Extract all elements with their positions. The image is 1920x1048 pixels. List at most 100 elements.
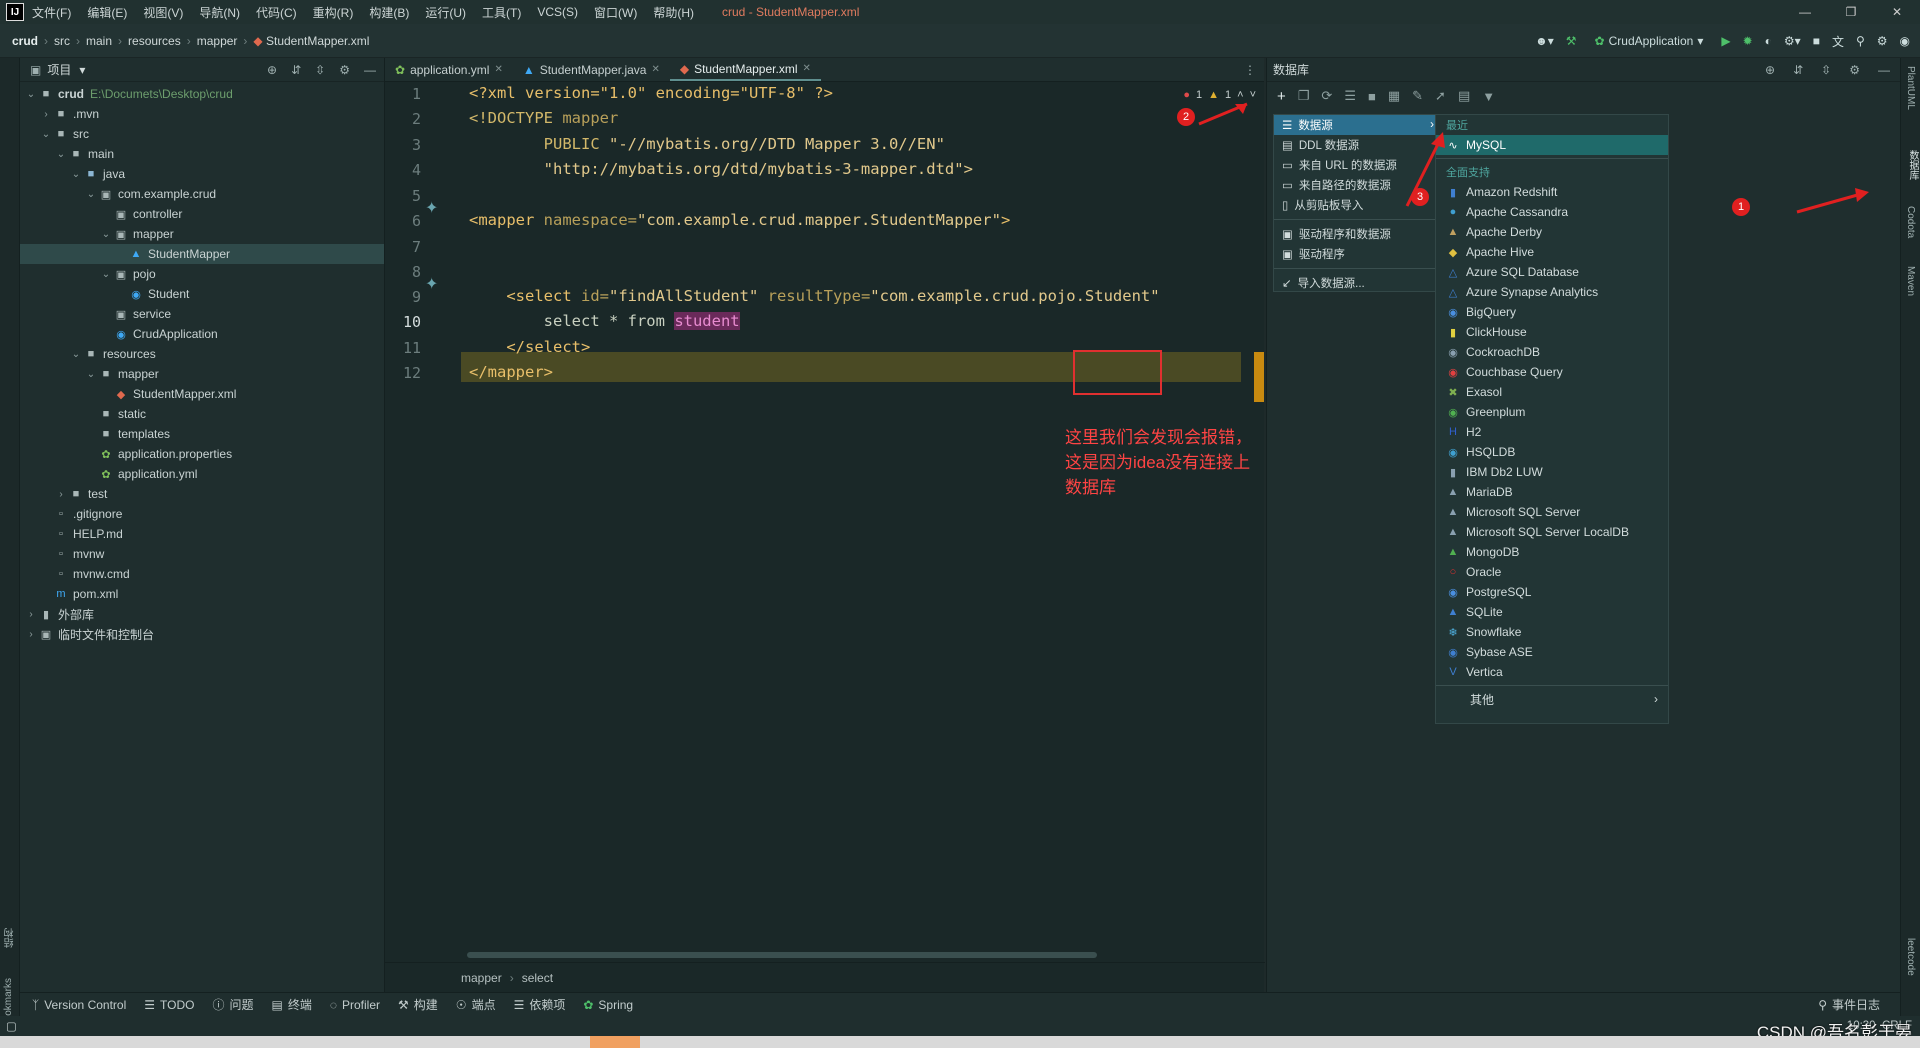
driver-item[interactable]: ▲ MongoDB xyxy=(1436,542,1668,562)
menu-navigate[interactable]: 导航(N) xyxy=(199,4,240,21)
close-tab-icon[interactable]: ✕ xyxy=(494,64,502,75)
mybatis-bird-icon[interactable]: ✦ xyxy=(425,274,438,294)
chevron-down-icon[interactable]: ⌄ xyxy=(39,129,53,140)
coverage-icon[interactable]: ◐ xyxy=(1765,34,1772,48)
status-toggle-icon[interactable]: ▢ xyxy=(6,1019,17,1033)
event-log-button[interactable]: ⚲ 事件日志 xyxy=(1818,996,1880,1013)
tree-item[interactable]: › ■ test xyxy=(20,484,384,504)
tree-item[interactable]: ⌄ ▣ mapper xyxy=(20,224,384,244)
gear-icon[interactable]: ⚙ xyxy=(339,63,350,77)
tree-item[interactable]: ◉ Student xyxy=(20,284,384,304)
tree-item[interactable]: ▣ service xyxy=(20,304,384,324)
jump-icon[interactable]: ➚ xyxy=(1435,88,1446,104)
build-button[interactable]: ⚒ 构建 xyxy=(398,996,438,1013)
menu-view[interactable]: 视图(V) xyxy=(143,4,183,21)
tree-item[interactable]: ⌄ ■ resources xyxy=(20,344,384,364)
driver-item[interactable]: ▲ Apache Derby xyxy=(1436,222,1668,242)
driver-item[interactable]: ✖ Exasol xyxy=(1436,382,1668,402)
horizontal-scrollbar[interactable] xyxy=(467,952,1097,958)
mybatis-bird-icon[interactable]: ✦ xyxy=(425,198,438,218)
menu-run[interactable]: 运行(U) xyxy=(425,4,466,21)
spring-button[interactable]: ✿ Spring xyxy=(583,998,633,1012)
breadcrumb-item[interactable]: mapper xyxy=(461,971,502,985)
chevron-down-icon[interactable]: ⌄ xyxy=(99,229,113,240)
chevron-down-icon[interactable]: ⌄ xyxy=(54,149,68,160)
driver-item[interactable]: ▲ MariaDB xyxy=(1436,482,1668,502)
error-stripe-marker[interactable] xyxy=(1254,352,1264,402)
driver-item[interactable]: ◆ Apache Hive xyxy=(1436,242,1668,262)
tree-item[interactable]: ⌄ ▣ com.example.crud xyxy=(20,184,384,204)
copy-icon[interactable]: ❐ xyxy=(1298,88,1310,104)
menu-help[interactable]: 帮助(H) xyxy=(653,4,694,21)
close-icon[interactable]: ✕ xyxy=(1874,0,1920,24)
tree-item[interactable]: ⌄ ■ crud E:\Documets\Desktop\crud xyxy=(20,84,384,104)
chevron-right-icon[interactable]: › xyxy=(24,629,38,640)
filter-icon[interactable]: ▼ xyxy=(1482,89,1495,104)
chevron-down-icon[interactable]: ⌄ xyxy=(69,349,83,360)
user-icon[interactable]: ☻▾ xyxy=(1535,34,1554,48)
tree-item[interactable]: ✿ application.properties xyxy=(20,444,384,464)
run-configuration-select[interactable]: ✿ CrudApplication ▾ xyxy=(1589,32,1710,50)
chevron-down-icon[interactable]: ⌄ xyxy=(99,269,113,280)
tree-item[interactable]: ▫ .gitignore xyxy=(20,504,384,524)
edit-icon[interactable]: ✎ xyxy=(1412,88,1423,104)
chevron-down-icon[interactable]: ⌄ xyxy=(24,89,38,100)
menu-item-drivers-and-datasources[interactable]: ▣ 驱动程序和数据源 xyxy=(1274,224,1442,244)
tree-item[interactable]: ⌄ ■ java xyxy=(20,164,384,184)
driver-item[interactable]: ▮ IBM Db2 LUW xyxy=(1436,462,1668,482)
toolbox-icon[interactable]: ◉ xyxy=(1900,34,1910,48)
collapse-all-icon[interactable]: ⇳ xyxy=(1821,63,1831,77)
tree-item[interactable]: ▫ mvnw xyxy=(20,544,384,564)
menu-refactor[interactable]: 重构(R) xyxy=(313,4,354,21)
tree-item[interactable]: ▫ mvnw.cmd xyxy=(20,564,384,584)
driver-item[interactable]: ▲ Microsoft SQL Server LocalDB xyxy=(1436,522,1668,542)
chevron-down-icon[interactable]: ⌄ xyxy=(84,189,98,200)
codota-tool-tab[interactable]: Codota xyxy=(1905,206,1916,238)
tree-item[interactable]: › ■ .mvn xyxy=(20,104,384,124)
tree-item[interactable]: ■ static xyxy=(20,404,384,424)
tree-item[interactable]: ▣ controller xyxy=(20,204,384,224)
stop-icon[interactable]: ■ xyxy=(1813,34,1820,48)
driver-item[interactable]: ❄ Snowflake xyxy=(1436,622,1668,642)
driver-item[interactable]: ◉ Couchbase Query xyxy=(1436,362,1668,382)
tree-item[interactable]: ■ templates xyxy=(20,424,384,444)
driver-item[interactable]: ◉ Greenplum xyxy=(1436,402,1668,422)
chevron-down-icon[interactable]: ⌄ xyxy=(69,169,83,180)
breadcrumb-item[interactable]: mapper xyxy=(197,34,238,48)
driver-item[interactable]: ▲ Microsoft SQL Server xyxy=(1436,502,1668,522)
driver-item[interactable]: ◉ HSQLDB xyxy=(1436,442,1668,462)
close-tab-icon[interactable]: ✕ xyxy=(802,63,810,74)
build-hammer-icon[interactable]: ⚒ xyxy=(1566,34,1577,48)
tab-studentmapper-xml[interactable]: ◆ StudentMapper.xml ✕ xyxy=(669,58,821,81)
breadcrumb-item[interactable]: main xyxy=(86,34,112,48)
unresolved-table-reference[interactable]: student xyxy=(674,312,740,330)
restore-icon[interactable]: ❐ xyxy=(1828,0,1874,24)
tree-item[interactable]: › ▣ 临时文件和控制台 xyxy=(20,624,384,644)
tree-item[interactable]: ▫ HELP.md xyxy=(20,524,384,544)
tree-item[interactable]: m pom.xml xyxy=(20,584,384,604)
maven-tool-tab[interactable]: Maven xyxy=(1905,266,1916,296)
globe-icon[interactable]: ⊕ xyxy=(1765,63,1775,77)
menu-edit[interactable]: 编辑(E) xyxy=(87,4,127,21)
expand-all-icon[interactable]: ⇵ xyxy=(1793,63,1803,77)
version-control-button[interactable]: ᛉ Version Control xyxy=(32,998,126,1012)
search-icon[interactable]: ⚲ xyxy=(1856,34,1865,48)
structure-tool-tab[interactable]: 结构 xyxy=(3,928,18,948)
table-icon[interactable]: ▦ xyxy=(1388,88,1400,104)
tab-application-yml[interactable]: ✿ application.yml ✕ xyxy=(385,58,513,81)
project-panel-title[interactable]: 项目 xyxy=(47,61,71,78)
driver-item[interactable]: ◉ BigQuery xyxy=(1436,302,1668,322)
taskbar-app[interactable] xyxy=(590,1036,640,1048)
menu-file[interactable]: 文件(F) xyxy=(32,4,71,21)
profiler-button[interactable]: ◌ Profiler xyxy=(330,998,380,1012)
schema-icon[interactable]: ☰ xyxy=(1344,88,1356,104)
add-icon[interactable]: + xyxy=(1277,88,1286,105)
driver-item[interactable]: △ Azure Synapse Analytics xyxy=(1436,282,1668,302)
stop-icon[interactable]: ■ xyxy=(1368,89,1376,104)
tree-item[interactable]: ▲ StudentMapper xyxy=(20,244,384,264)
driver-item-mysql[interactable]: ∿ MySQL xyxy=(1436,135,1668,155)
hide-icon[interactable]: — xyxy=(1878,63,1890,77)
menu-tools[interactable]: 工具(T) xyxy=(482,4,521,21)
close-tab-icon[interactable]: ✕ xyxy=(651,64,659,75)
tree-item[interactable]: ⌄ ▣ pojo xyxy=(20,264,384,284)
